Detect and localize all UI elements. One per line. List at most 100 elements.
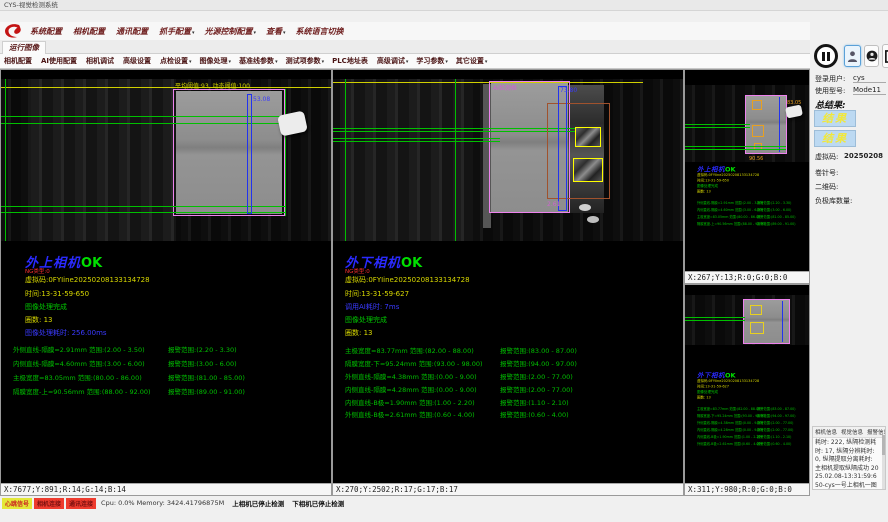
menu-item[interactable]: 抓手配置▾ xyxy=(159,26,195,37)
middle-done-line: 图像处理完成 xyxy=(345,315,387,325)
toolbar-item[interactable]: AI使用配置 xyxy=(41,56,78,66)
menu-item[interactable]: 光源控制配置▾ xyxy=(205,26,257,37)
middle-ai-detect-box-2 xyxy=(573,158,603,182)
middle-time-line: 时间:13-31-59-627 xyxy=(345,289,409,299)
chevron-down-icon: ▾ xyxy=(485,59,488,65)
measurement-row: 内侧直线-隔膜=4.60mm 范围:(3.00 - 6.00) 报警范围:(3.… xyxy=(697,206,809,213)
middle-camera-panel: AI检测框 73.80 2.61 外下相机OK NG类型:0 虚拟码:0FYIi… xyxy=(333,70,683,495)
toolbar-item-label: 基准线参数 xyxy=(239,57,274,65)
mini-top-canvas[interactable]: 83.05 90.56 外上相机OK 虚拟码:0FYIine2025020813… xyxy=(685,70,809,271)
menu-item-label: 相机配置 xyxy=(73,27,105,36)
mini-bottom-done-line: 图像处理完成 xyxy=(697,390,718,395)
info-tab-camera[interactable]: 相机信息 xyxy=(815,428,837,436)
tab-run-image[interactable]: 运行图像 xyxy=(2,41,46,54)
mini-top-orange-label-2: 90.56 xyxy=(749,156,763,162)
mini-top-time-line: 时间:13-31-59-650 xyxy=(697,178,729,183)
alarm-range-text: 报警范围:(89.00 - 91.00) xyxy=(168,386,245,396)
mini-bottom-camera-panel: 外下相机OK 虚拟码:0FYIine20250208133134728 时间:1… xyxy=(685,285,809,495)
middle-camera-statusline: X:270;Y:2502;R:17;G:17;B:17 xyxy=(333,483,683,495)
mini-top-text-block: 外上相机OK 虚拟码:0FYIine20250208133134728 时间:1… xyxy=(697,164,809,227)
toolbar-item[interactable]: 相机配置 xyxy=(4,56,33,66)
measurement-text: 外侧直线-隔膜=4.38mm 范围:(0.00 - 9.00) xyxy=(697,420,757,425)
mini-top-camera-panel: 83.05 90.56 外上相机OK 虚拟码:0FYIine2025020813… xyxy=(685,70,809,283)
middle-ai-time-line: 调用AI耗时: 7ms xyxy=(345,302,399,312)
mini-top-orange-label-1: 83.05 xyxy=(787,100,801,106)
mini-top-blue-line xyxy=(779,97,780,152)
operator-button[interactable] xyxy=(864,45,879,67)
measurement-text: 外侧直线-隔膜=4.38mm 范围:(0.00 - 9.00) xyxy=(345,371,500,381)
measurement-text: 隔膜宽度-下=95.24mm 范围:(93.00 - 98.00) xyxy=(697,413,757,418)
alarm-range-text: 报警范围:(94.00 - 97.00) xyxy=(500,358,577,368)
left-count-line: 圈数: 13 xyxy=(25,315,53,325)
measurement-row: 外侧直线-B极=2.61mm 范围:(0.60 - 4.00) 报警范围:(0.… xyxy=(345,408,577,421)
exit-button[interactable] xyxy=(882,44,888,68)
left-camera-canvas[interactable]: 平均阈值:93, 动态阈值:100 53.08 外上相机OK NG类型:0 虚拟… xyxy=(1,70,331,483)
measurement-row: 外侧直线-隔膜=2.91mm 范围:(2.00 - 3.50) 报警范围:(2.… xyxy=(697,199,809,206)
needle-number-label: 卷针号: xyxy=(815,168,838,178)
toolbar-item[interactable]: PLC地址表 xyxy=(332,56,369,66)
menu-item[interactable]: 相机配置 xyxy=(73,26,106,37)
mini-top-green-line-1 xyxy=(685,124,750,125)
measurement-row: 外侧直线-B极=2.61mm 范围:(0.60 - 4.00) 报警范围:(0.… xyxy=(697,440,809,447)
measurement-row: 内侧直线-隔膜=4.60mm 范围:(3.00 - 6.00) 报警范围:(3.… xyxy=(13,356,245,370)
mini-top-detect-box-2 xyxy=(752,125,764,137)
alarm-range-text: 报警范围:(2.20 - 3.30) xyxy=(757,200,791,205)
toolbar-item[interactable]: 图像处理▾ xyxy=(200,56,232,66)
menu-item[interactable]: 系统语言切换 xyxy=(296,26,345,37)
middle-measurement-rows: 主极宽度=83.77mm 范围:(82.00 - 88.00) 报警范围:(83… xyxy=(345,344,577,421)
mini-top-measurement-rows: 外侧直线-隔膜=2.91mm 范围:(2.00 - 3.50) 报警范围:(2.… xyxy=(697,199,809,227)
mini-bottom-time-line: 时间:13-31-59-627 xyxy=(697,384,729,389)
measurement-text: 隔膜宽度-上=90.56mm 范围:(88.00 - 92.00) xyxy=(13,386,168,396)
alarm-range-text: 报警范围:(81.00 - 85.00) xyxy=(757,214,795,219)
middle-camera-canvas[interactable]: AI检测框 73.80 2.61 外下相机OK NG类型:0 虚拟码:0FYIi… xyxy=(333,70,683,483)
info-panel: 相机信息 视觉信息 报警信息 耗时: 222, 纵隔检测耗时: 17, 纵隔分辨… xyxy=(812,426,886,490)
app-logo-icon xyxy=(3,23,25,39)
toolbar-item[interactable]: 点检设置▾ xyxy=(160,56,192,66)
result-box-lower: 结果 xyxy=(814,130,856,147)
left-yellow-line xyxy=(1,87,331,88)
menu-item[interactable]: 通讯配置 xyxy=(116,26,149,37)
measurement-text: 外侧直线-B极=2.61mm 范围:(0.60 - 4.00) xyxy=(697,441,757,446)
alarm-range-text: 报警范围:(89.00 - 91.00) xyxy=(757,221,795,226)
chevron-down-icon: ▾ xyxy=(322,59,325,65)
toolbar-item[interactable]: 高级设置 xyxy=(123,56,152,66)
menu-item[interactable]: 查看▾ xyxy=(266,26,286,37)
measurement-text: 内侧直线-B极=1.90mm 范围:(1.00 - 2.20) xyxy=(345,397,500,407)
alarm-range-text: 报警范围:(2.00 - 77.00) xyxy=(500,384,573,394)
middle-photo-lite-region xyxy=(343,79,473,241)
toolbar-item[interactable]: 基准线参数▾ xyxy=(239,56,278,66)
info-tab-vision[interactable]: 视觉信息 xyxy=(841,428,863,436)
mini-top-done-line: 图像处理完成 xyxy=(697,184,718,189)
mini-bottom-code-line: 虚拟码:0FYIine20250208133134728 xyxy=(697,379,759,384)
measurement-text: 内侧直线-B极=1.90mm 范围:(1.00 - 2.20) xyxy=(697,434,757,439)
left-threshold-text: 平均阈值:93, 动态阈值:100 xyxy=(175,81,250,90)
left-time-line: 时间:13-31-59-650 xyxy=(25,289,89,299)
pause-button[interactable] xyxy=(814,44,838,68)
mini-bottom-detect-box-2 xyxy=(750,322,764,334)
measurement-text: 主极宽度=83.77mm 范围:(82.00 - 88.00) xyxy=(345,345,500,355)
alarm-range-text: 报警范围:(3.00 - 6.00) xyxy=(168,358,237,368)
chevron-down-icon: ▾ xyxy=(445,59,448,65)
menu-item-label: 光源控制配置 xyxy=(205,27,253,36)
middle-ai-brown-rect xyxy=(547,103,610,199)
info-log-text: 耗时: 222, 纵隔检测耗时: 17, 纵隔分辨耗时: 0, 纵隔提取分离耗时… xyxy=(813,438,885,490)
toolbar-item[interactable]: 学习参数▾ xyxy=(416,56,448,66)
left-green-vline-2 xyxy=(285,89,286,216)
middle-green-line-3 xyxy=(333,138,500,139)
toolbar-item[interactable]: 高级调试▾ xyxy=(377,56,409,66)
user-button[interactable] xyxy=(844,45,861,67)
toolbar-item[interactable]: 相机调试 xyxy=(86,56,115,66)
measurement-row: 隔膜宽度-下=95.24mm 范围:(93.00 - 98.00) 报警范围:(… xyxy=(345,357,577,370)
toolbar-item[interactable]: 测试项参数▾ xyxy=(286,56,325,66)
toolbar-item-label: 图像处理 xyxy=(200,57,228,65)
info-scrollbar-thumb[interactable] xyxy=(882,435,885,455)
alarm-range-text: 报警范围:(1.10 - 2.10) xyxy=(500,397,569,407)
alarm-range-text: 报警范围:(2.00 - 77.00) xyxy=(500,371,573,381)
negative-count-label: 负极库数量: xyxy=(815,196,852,206)
mini-top-statusline: X:267;Y:13;R:0;G:0;B:0 xyxy=(685,271,809,283)
toolbar-item[interactable]: 其它设置▾ xyxy=(456,56,488,66)
left-green-line-4 xyxy=(1,212,285,213)
left-photo-lite-region xyxy=(31,79,176,241)
mini-bottom-canvas[interactable]: 外下相机OK 虚拟码:0FYIine20250208133134728 时间:1… xyxy=(685,285,809,483)
menu-item[interactable]: 系统配置 xyxy=(30,26,63,37)
